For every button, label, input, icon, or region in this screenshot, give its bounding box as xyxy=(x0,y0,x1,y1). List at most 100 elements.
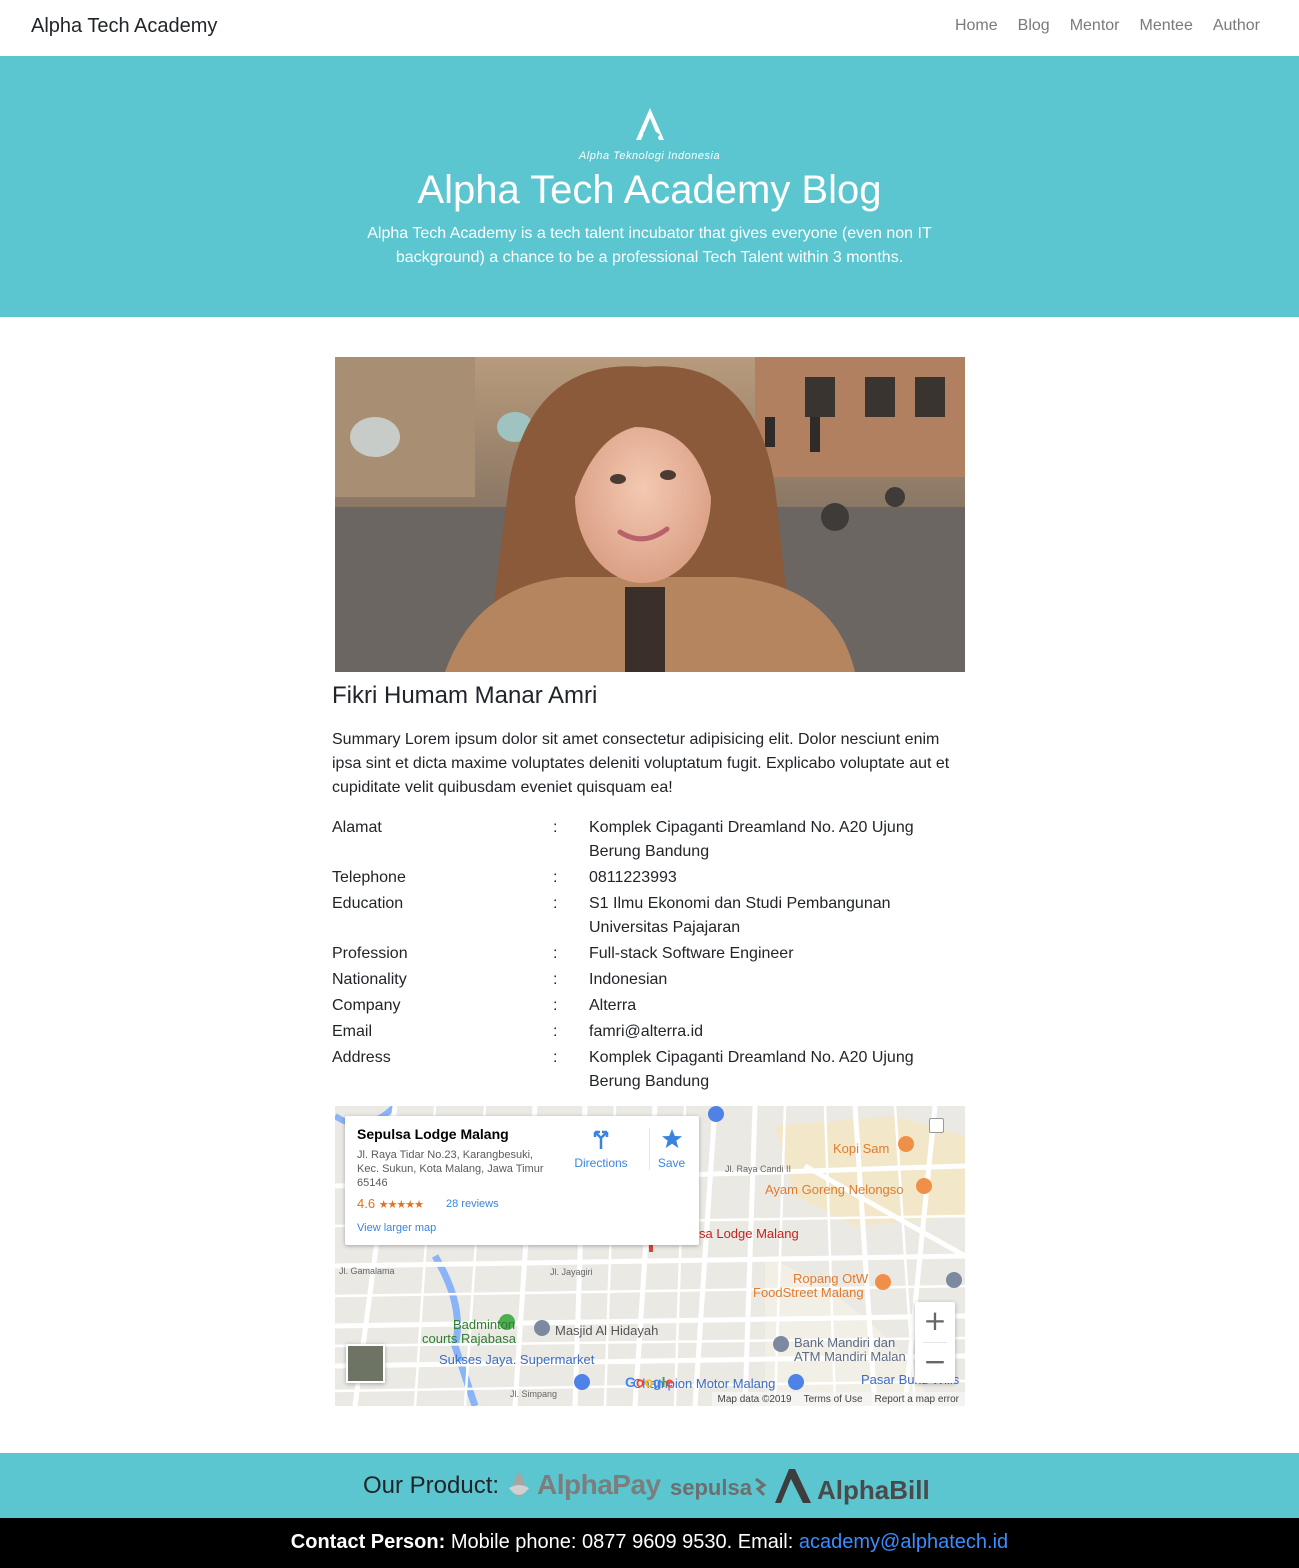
navbar: Alpha Tech Academy Home Blog Mentor Ment… xyxy=(0,0,1299,56)
row-label-education: Education xyxy=(332,895,404,912)
sepulsa-icon xyxy=(755,1477,767,1497)
nav-menu: Home Blog Mentor Mentee Author xyxy=(935,17,1260,35)
view-larger-map-link[interactable]: View larger map xyxy=(357,1222,436,1234)
reviews-link[interactable]: 28 reviews xyxy=(446,1198,499,1210)
row-separator: : xyxy=(553,1023,558,1040)
zoom-out-button[interactable]: − xyxy=(915,1343,955,1383)
row-value-address: Komplek Cipaganti Dreamland No. A20 Ujun… xyxy=(589,1049,914,1090)
zoom-control: + − xyxy=(915,1302,955,1383)
row-separator: : xyxy=(553,819,558,836)
road-label: Jl. Raya Candi II xyxy=(725,1164,792,1174)
table-row: Alamat : Komplek Cipaganti Dreamland No.… xyxy=(332,816,967,866)
profile-photo xyxy=(335,357,965,672)
map-footer: Map data ©2019 Terms of Use Report a map… xyxy=(711,1392,965,1406)
map-label-kopi-sam: Kopi Sam xyxy=(833,1141,890,1156)
save-button[interactable]: Save xyxy=(649,1128,693,1170)
place-info-card: Sepulsa Lodge Malang Jl. Raya Tidar No.2… xyxy=(345,1116,699,1245)
nav-blog[interactable]: Blog xyxy=(1018,17,1050,35)
map-label-foodstreet: FoodStreet Malang xyxy=(753,1285,864,1300)
row-value-profession: Full-stack Software Engineer xyxy=(589,945,794,962)
product-label: Our Product: xyxy=(363,1472,500,1499)
rating-stars-icon: ★★★★★ xyxy=(378,1199,424,1211)
row-separator: : xyxy=(553,869,558,886)
row-label-telephone: Telephone xyxy=(332,869,406,886)
row-label-address: Address xyxy=(332,1049,391,1066)
save-label: Save xyxy=(657,1156,686,1170)
row-value-telephone: 0811223993 xyxy=(589,869,677,886)
logo-tagline: Alpha Teknologi Indonesia xyxy=(578,150,721,162)
terms-link[interactable]: Terms of Use xyxy=(804,1394,863,1405)
alphapay-logo[interactable]: AlphaPay xyxy=(505,1467,661,1503)
row-label-alamat: Alamat xyxy=(332,819,382,836)
row-label-nationality: Nationality xyxy=(332,971,407,988)
row-separator: : xyxy=(553,997,558,1014)
alpha-logo-icon xyxy=(0,106,1299,146)
product-bar: Our Product: AlphaPay sepulsa AlphaBill xyxy=(0,1453,1299,1518)
row-value-alamat: Komplek Cipaganti Dreamland No. A20 Ujun… xyxy=(589,819,914,860)
page-title: Alpha Tech Academy Blog xyxy=(417,168,882,212)
brand-link[interactable]: Alpha Tech Academy xyxy=(31,15,217,38)
row-label-profession: Profession xyxy=(332,945,408,962)
map-data-credit: Map data ©2019 xyxy=(717,1394,792,1405)
contact-bar: Contact Person: Mobile phone: 0877 9609 … xyxy=(0,1518,1299,1568)
table-row: Email : famri@alterra.id xyxy=(332,1020,967,1046)
place-address: Jl. Raya Tidar No.23, Karangbesuki, Kec.… xyxy=(357,1149,544,1189)
place-name: Sepulsa Lodge Malang xyxy=(357,1126,509,1142)
row-value-education: S1 Ilmu Ekonomi dan Studi Pembangunan Un… xyxy=(589,895,891,936)
zoom-in-button[interactable]: + xyxy=(915,1302,955,1342)
nav-mentee[interactable]: Mentee xyxy=(1139,17,1192,35)
directions-label: Directions xyxy=(574,1156,628,1170)
profile-name: Fikri Humam Manar Amri xyxy=(332,682,598,709)
fullscreen-toggle[interactable] xyxy=(929,1118,944,1133)
map-label-lodge: sa Lodge Malang xyxy=(699,1226,799,1241)
contact-email-link[interactable]: academy@alphatech.id xyxy=(799,1531,1008,1553)
row-label-company: Company xyxy=(332,997,401,1014)
profile-summary: Summary Lorem ipsum dolor sit amet conse… xyxy=(332,731,950,796)
table-row: Profession : Full-stack Software Enginee… xyxy=(332,942,967,968)
map-label-bank-2: ATM Mandiri Malan xyxy=(794,1349,906,1364)
page-subtitle: Alpha Tech Academy is a tech talent incu… xyxy=(367,225,932,266)
row-label-email: Email xyxy=(332,1023,373,1040)
alphapay-wordmark: AlphaPay xyxy=(537,1469,661,1500)
table-row: Nationality : Indonesian xyxy=(332,968,967,994)
satellite-toggle[interactable] xyxy=(346,1344,385,1383)
table-row: Telephone : 0811223993 xyxy=(332,866,967,892)
map-label-badminton: Badminton xyxy=(453,1317,516,1332)
embedded-map[interactable]: Kopi Sam Ayam Goreng Nelongso sa Lodge M… xyxy=(335,1106,965,1406)
google-logo: Google xyxy=(625,1374,674,1390)
map-label-ropang: Ropang OtW xyxy=(793,1271,869,1286)
road-label: Jl. Gamalama xyxy=(339,1266,395,1276)
rating-value: 4.6 xyxy=(357,1196,376,1211)
row-value-email: famri@alterra.id xyxy=(589,1023,704,1040)
table-row: Company : Alterra xyxy=(332,994,967,1020)
contact-label: Contact Person: xyxy=(290,1531,446,1553)
sepulsa-wordmark: sepulsa xyxy=(670,1475,752,1500)
map-label-bank: Bank Mandiri dan xyxy=(794,1335,896,1350)
nav-author[interactable]: Author xyxy=(1213,17,1260,35)
alphabill-icon xyxy=(775,1469,811,1503)
directions-icon xyxy=(593,1130,609,1149)
row-separator: : xyxy=(553,945,558,962)
nav-home[interactable]: Home xyxy=(955,17,998,35)
report-error-link[interactable]: Report a map error xyxy=(875,1394,959,1405)
table-row: Address : Komplek Cipaganti Dreamland No… xyxy=(332,1046,967,1096)
map-label-badminton-2: courts Rajabasa xyxy=(422,1331,516,1346)
nav-mentor[interactable]: Mentor xyxy=(1070,17,1120,35)
row-separator: : xyxy=(553,1049,558,1066)
directions-button[interactable]: Directions xyxy=(571,1128,631,1170)
row-value-company: Alterra xyxy=(589,997,637,1014)
road-label: Jl. Jayagiri xyxy=(550,1267,593,1277)
profile-table: Alamat : Komplek Cipaganti Dreamland No.… xyxy=(332,816,967,1096)
map-label-ayam: Ayam Goreng Nelongso xyxy=(765,1182,904,1197)
map-label-masjid: Masjid Al Hidayah xyxy=(555,1323,659,1338)
hero-banner: Alpha Teknologi Indonesia Alpha Tech Aca… xyxy=(0,56,1299,317)
sepulsa-logo[interactable]: sepulsa xyxy=(670,1473,768,1503)
row-separator: : xyxy=(553,971,558,988)
alphapay-icon xyxy=(509,1472,529,1498)
alphabill-logo[interactable]: AlphaBill xyxy=(773,1466,930,1506)
alphabill-wordmark: AlphaBill xyxy=(817,1474,930,1505)
row-value-nationality: Indonesian xyxy=(589,971,668,988)
star-icon xyxy=(661,1129,682,1148)
contact-text: Mobile phone: 0877 9609 9530. Email: xyxy=(445,1531,799,1553)
place-rating: 4.6 ★★★★★ xyxy=(357,1196,424,1211)
